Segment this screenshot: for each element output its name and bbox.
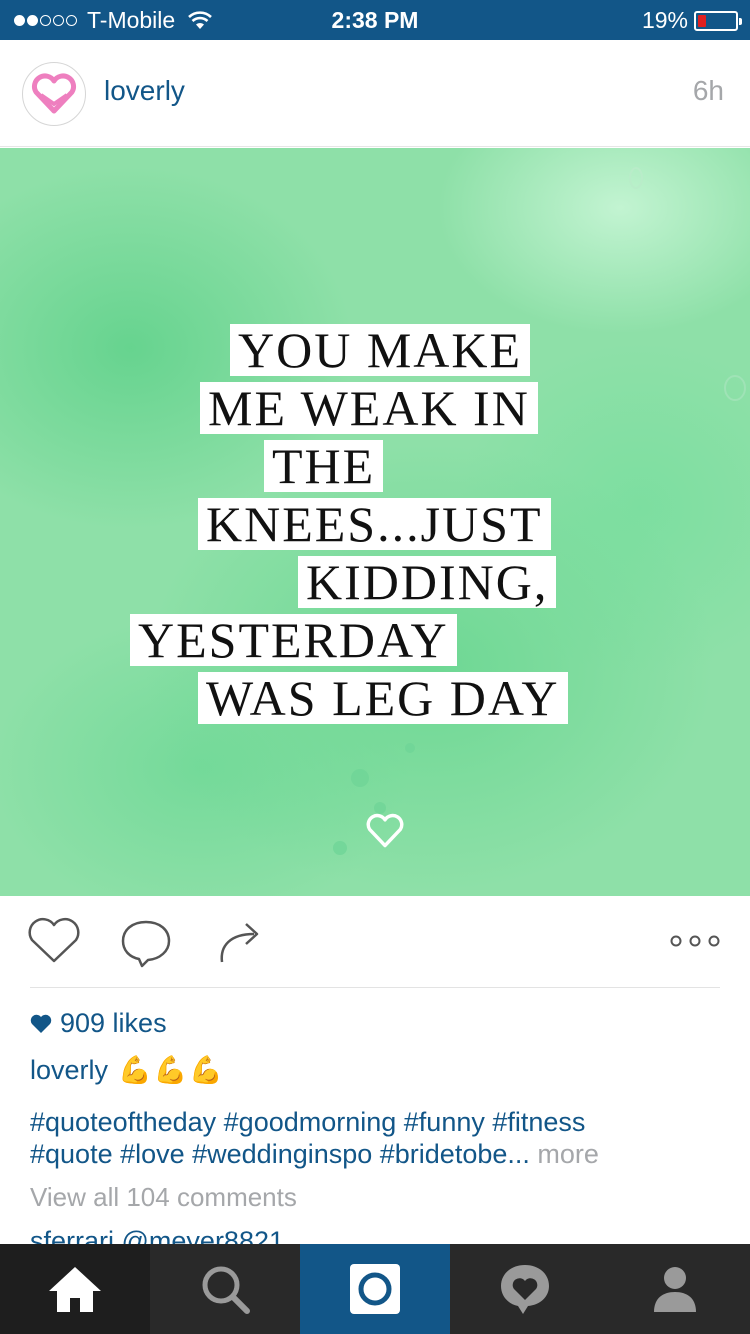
- battery-icon: [694, 10, 742, 31]
- tab-home[interactable]: [0, 1244, 150, 1334]
- status-right: 19%: [641, 7, 742, 34]
- heart-filled-icon: [30, 1014, 52, 1033]
- share-arrow-icon[interactable]: [214, 916, 264, 966]
- status-bar: T-Mobile 2:38 PM 19%: [0, 0, 750, 40]
- flexed-biceps-emoji: 💪💪💪: [118, 1055, 225, 1085]
- more-link[interactable]: more: [537, 1139, 599, 1169]
- quote-line: KNEES...JUST: [198, 498, 551, 550]
- likes-label: 909 likes: [60, 1008, 167, 1038]
- clock: 2:38 PM: [331, 7, 419, 33]
- battery-percent: 19%: [641, 7, 688, 33]
- hashtags-line-1[interactable]: #quoteoftheday #goodmorning #funny #fitn…: [30, 1106, 730, 1138]
- caption-username[interactable]: loverly: [30, 1055, 108, 1086]
- quote-line: WAS LEG DAY: [198, 672, 568, 724]
- view-all-comments-link[interactable]: View all 104 comments: [30, 1182, 297, 1213]
- activity-heart-icon: [501, 1265, 549, 1314]
- quote-line: YOU MAKE: [230, 324, 531, 376]
- search-icon: [202, 1266, 250, 1314]
- quote-text: YOU MAKE ME WEAK IN THE KNEES...JUST KID…: [0, 148, 750, 896]
- tab-camera[interactable]: [300, 1244, 450, 1334]
- watermark-heart-icon: [366, 813, 404, 848]
- home-icon: [49, 1267, 101, 1312]
- quote-line: KIDDING,: [298, 556, 557, 608]
- post-image[interactable]: YOU MAKE ME WEAK IN THE KNEES...JUST KID…: [0, 148, 750, 896]
- hashtags-line-2[interactable]: #quote #love #weddinginspo #bridetobe...: [30, 1139, 530, 1169]
- ellipsis-icon[interactable]: [670, 934, 720, 948]
- quote-line: THE: [264, 440, 384, 492]
- quote-line: ME WEAK IN: [200, 382, 538, 434]
- avatar[interactable]: [22, 62, 86, 126]
- loverly-logo-heart-icon: [31, 73, 77, 114]
- heart-outline-icon[interactable]: [26, 916, 82, 966]
- tab-bar: [0, 1244, 750, 1334]
- camera-icon: [350, 1264, 400, 1314]
- comment-bubble-icon[interactable]: [118, 916, 174, 968]
- divider: [30, 987, 720, 988]
- tab-activity[interactable]: [450, 1244, 600, 1334]
- likes-count[interactable]: 909 likes: [30, 1008, 167, 1039]
- hashtags: #quoteoftheday #goodmorning #funny #fitn…: [30, 1106, 730, 1170]
- post-username[interactable]: loverly: [104, 75, 185, 107]
- post-header: loverly 6h: [0, 40, 750, 147]
- profile-icon: [654, 1267, 696, 1312]
- quote-line: YESTERDAY: [130, 614, 457, 666]
- caption: loverly 💪💪💪: [30, 1054, 225, 1086]
- tab-search[interactable]: [150, 1244, 300, 1334]
- tab-profile[interactable]: [600, 1244, 750, 1334]
- post-actions: [0, 896, 750, 988]
- post-timestamp: 6h: [692, 75, 724, 106]
